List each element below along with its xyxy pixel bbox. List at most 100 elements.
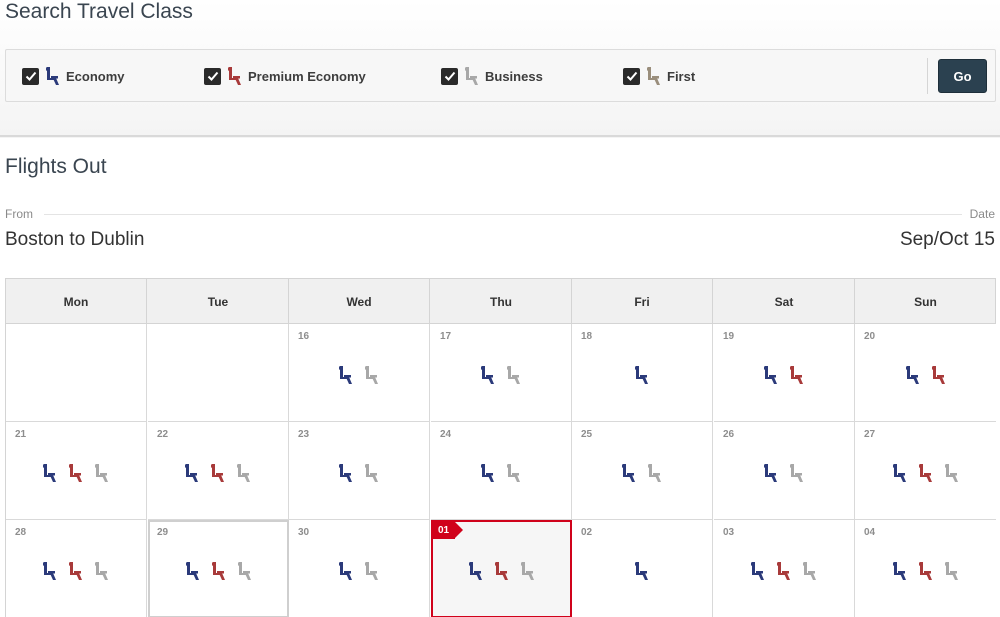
seat-premium-icon [211,561,227,581]
available-classes [855,463,996,485]
day-number: 30 [298,527,310,538]
economy-label: Economy [66,68,125,84]
class-option-first[interactable]: First [623,66,695,86]
available-classes [148,463,288,485]
seat-business-icon [944,561,960,581]
flight-calendar: Mon Tue Wed Thu Fri Sat Sun 16 17 18 19 20 21 22 23 24… [5,278,996,617]
seat-economy-icon [338,365,354,385]
premium-economy-label: Premium Economy [248,68,366,84]
selected-date-flag: 01 [433,522,464,539]
weekday-header-fri: Fri [572,279,713,324]
class-option-premium-economy[interactable]: Premium Economy [204,66,366,86]
seat-economy-icon [634,365,650,385]
seat-economy-icon [905,365,921,385]
from-label: From [5,207,33,221]
seat-economy-icon [338,561,354,581]
first-label: First [667,68,696,84]
seat-business-icon [364,365,380,385]
economy-checkbox[interactable] [22,67,39,85]
seat-economy-icon [185,561,201,581]
day-number: 24 [440,429,452,440]
day-number: 23 [298,429,310,440]
date-value: Sep/Oct 15 [899,229,995,250]
seat-economy-icon [42,561,58,581]
day-number: 25 [581,429,593,440]
available-classes [855,561,996,583]
travel-class-panel: Economy Premium Economy Business First G… [5,49,996,102]
seat-business-icon [506,365,522,385]
weekday-header-mon: Mon [6,279,147,324]
available-classes [150,561,287,583]
available-classes [714,561,854,583]
day-cell-17[interactable]: 17 [431,324,572,422]
route-text: Boston to Dublin [5,229,145,250]
seat-premium-icon [494,561,510,581]
seat-business-icon [94,463,110,483]
day-number: 16 [298,331,310,342]
empty-day-cell [6,324,147,422]
seat-economy-icon [480,365,496,385]
available-classes [572,463,712,485]
seat-business-icon [802,561,818,581]
day-cell-21[interactable]: 21 [6,422,147,520]
seat-premium-icon [227,66,243,86]
day-cell-23[interactable]: 23 [289,422,430,520]
seat-economy-icon [480,463,496,483]
day-cell-04[interactable]: 04 [855,520,996,617]
day-number: 18 [581,331,593,342]
day-cell-02[interactable]: 02 [572,520,713,617]
available-classes [6,561,146,583]
seat-business-icon [364,463,380,483]
day-cell-25[interactable]: 25 [572,422,713,520]
seat-first-icon [646,66,662,86]
day-number: 29 [157,527,169,538]
seat-premium-icon [210,463,226,483]
class-option-economy[interactable]: Economy [22,66,125,86]
day-number: 20 [864,331,876,342]
class-option-business[interactable]: Business [441,66,543,86]
day-cell-16[interactable]: 16 [289,324,430,422]
day-cell-30[interactable]: 30 [289,520,430,617]
panel-divider [927,58,928,94]
available-classes [289,463,429,485]
day-cell-28[interactable]: 28 [6,520,147,617]
available-classes [572,561,712,583]
day-cell-19[interactable]: 19 [714,324,855,422]
day-cell-27[interactable]: 27 [855,422,996,520]
seat-economy-icon [763,463,779,483]
day-number: 02 [581,527,593,538]
empty-day-cell [148,324,289,422]
day-cell-18[interactable]: 18 [572,324,713,422]
business-checkbox[interactable] [441,67,458,85]
day-cell-22[interactable]: 22 [148,422,289,520]
seat-premium-icon [776,561,792,581]
available-classes [572,365,712,387]
day-cell-01[interactable]: 01 [431,520,572,617]
seat-premium-icon [931,365,947,385]
weekday-header-wed: Wed [289,279,430,324]
premium-economy-checkbox[interactable] [204,67,221,85]
available-classes [431,365,571,387]
day-cell-29[interactable]: 29 [148,520,289,617]
seat-economy-icon [763,365,779,385]
day-cell-20[interactable]: 20 [855,324,996,422]
seat-economy-icon [45,66,61,86]
day-cell-03[interactable]: 03 [714,520,855,617]
available-classes [289,365,429,387]
go-button[interactable]: Go [938,59,987,93]
seat-business-icon [237,561,253,581]
seat-economy-icon [621,463,637,483]
day-number: 03 [723,527,735,538]
available-classes [6,463,146,485]
seat-economy-icon [184,463,200,483]
day-number: 26 [723,429,735,440]
available-classes [714,365,854,387]
day-cell-26[interactable]: 26 [714,422,855,520]
seat-business-icon [789,463,805,483]
day-number: 04 [864,527,876,538]
day-cell-24[interactable]: 24 [431,422,572,520]
available-classes [855,365,996,387]
first-checkbox[interactable] [623,67,640,85]
from-date-rule [44,214,962,215]
weekday-header-thu: Thu [431,279,572,324]
